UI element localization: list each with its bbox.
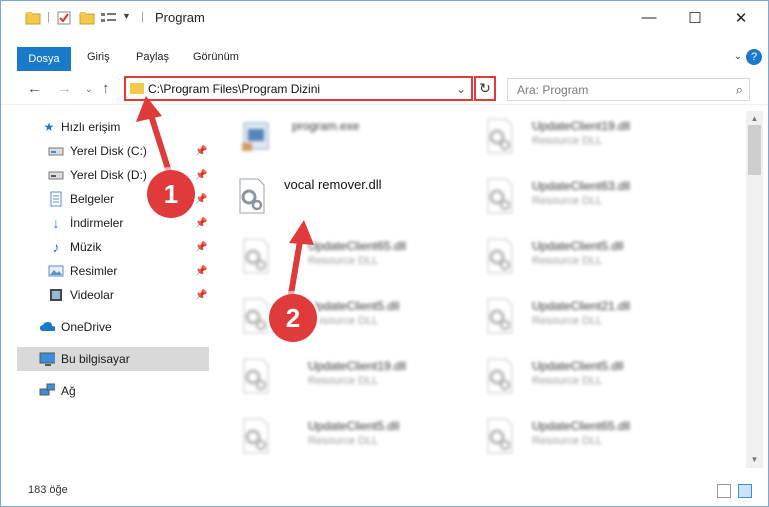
arrow-to-file <box>287 232 304 303</box>
step-badge-1: 1 <box>147 170 195 218</box>
arrow-head <box>136 96 162 122</box>
annotation-arrows <box>136 96 314 303</box>
arrow-to-address-bar <box>147 109 173 178</box>
arrow-head <box>289 220 314 245</box>
step-badge-2: 2 <box>269 294 317 342</box>
